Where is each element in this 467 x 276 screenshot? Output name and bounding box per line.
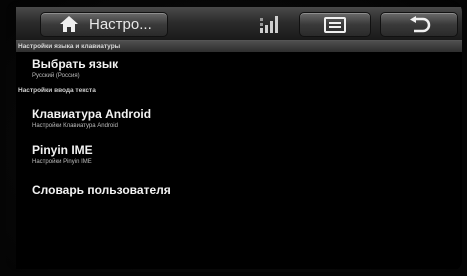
page-title: Настро...	[89, 16, 152, 33]
pref-summary: Настройки Клавиатура Android	[32, 123, 118, 129]
pref-title: Pinyin IME	[32, 143, 93, 157]
menu-button[interactable]	[299, 12, 371, 37]
signal-bars-icon	[258, 14, 282, 34]
pref-title: Выбрать язык	[32, 57, 119, 71]
device-frame: Настро... Настройки языка и клавиатуры В…	[0, 0, 467, 276]
home-icon	[59, 15, 79, 33]
section-header-text-input: Настройки ввода текста	[18, 87, 96, 94]
pref-summary: Русский (Россия)	[32, 73, 80, 79]
signal-indicator	[248, 12, 292, 35]
pref-pinyin-ime[interactable]: Pinyin IME Настройки Pinyin IME	[32, 143, 452, 167]
back-arrow-icon	[407, 16, 431, 34]
action-bar: Настро...	[16, 7, 462, 41]
pref-summary: Настройки Pinyin IME	[32, 159, 92, 165]
section-header-language: Настройки языка и клавиатуры	[16, 41, 462, 52]
screen-bezel: Настро... Настройки языка и клавиатуры В…	[6, 0, 462, 272]
settings-screen: Настро... Настройки языка и клавиатуры В…	[16, 7, 462, 269]
menu-icon	[324, 17, 346, 33]
pref-user-dictionary[interactable]: Словарь пользователя	[32, 183, 452, 197]
home-button[interactable]: Настро...	[40, 12, 168, 37]
pref-title: Клавиатура Android	[32, 107, 152, 121]
pref-android-keyboard[interactable]: Клавиатура Android Настройки Клавиатура …	[32, 107, 452, 131]
pref-title: Словарь пользователя	[32, 183, 171, 197]
back-button[interactable]	[380, 12, 458, 37]
pref-select-language[interactable]: Выбрать язык Русский (Россия)	[32, 57, 452, 81]
